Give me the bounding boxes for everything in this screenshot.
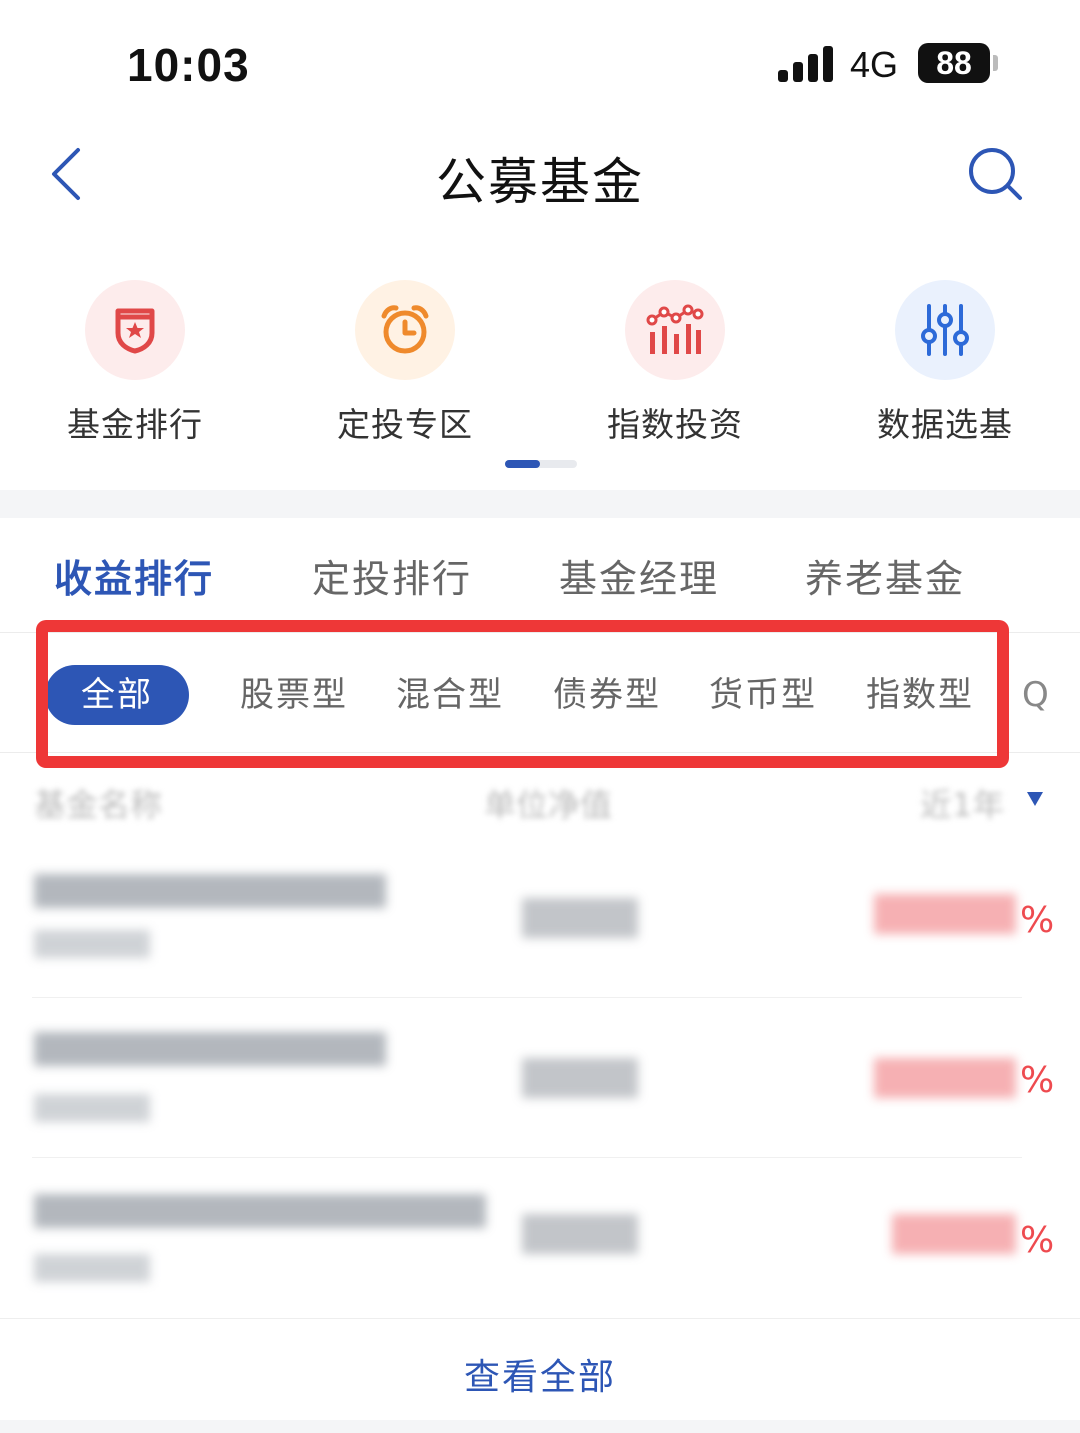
fund-return-redacted: [874, 894, 1016, 934]
page-indicator-active: [505, 460, 540, 468]
header-one-year[interactable]: 近1年: [920, 780, 1004, 826]
fund-code-redacted: [34, 930, 150, 958]
badge-star-icon: [85, 280, 185, 380]
percent-sign: %: [1020, 1060, 1055, 1101]
tab-fund-manager[interactable]: 基金经理: [559, 548, 719, 603]
page-indicator: [505, 460, 577, 468]
entry-label: 指数投资: [607, 405, 743, 444]
highlight-box: [36, 620, 1009, 768]
section-divider: [0, 1420, 1080, 1433]
fund-code-redacted: [34, 1254, 150, 1282]
tab-pension-fund[interactable]: 养老基金: [805, 548, 965, 603]
search-icon: [969, 148, 1022, 200]
signal-icon: [778, 46, 834, 82]
fund-name-redacted: [34, 874, 386, 908]
entry-index-invest[interactable]: 指数投资: [575, 280, 775, 446]
fund-code-redacted: [34, 1094, 150, 1122]
fund-name-redacted: [34, 1032, 386, 1066]
alarm-clock-icon: [355, 280, 455, 380]
battery-icon: 88: [918, 43, 990, 83]
fund-name-redacted: [34, 1194, 486, 1228]
page: 10:03 4G 88 公募基金 基金排行 定投专区 指数投资 数据选基 收益排…: [0, 0, 1080, 1433]
search-button[interactable]: [966, 146, 1026, 202]
battery-tip: [993, 55, 998, 71]
row-divider: [32, 1157, 1022, 1158]
fund-nav-redacted: [522, 898, 638, 938]
row-divider: [32, 997, 1022, 998]
table-row[interactable]: %: [32, 1170, 1054, 1330]
divider: [0, 1318, 1080, 1319]
entry-fund-ranking[interactable]: 基金排行: [35, 280, 235, 446]
percent-sign: %: [1020, 900, 1055, 941]
fund-return-redacted: [892, 1214, 1016, 1254]
view-all-link[interactable]: 查看全部: [0, 1348, 1080, 1400]
fund-return-redacted: [874, 1058, 1016, 1098]
entry-label: 基金排行: [67, 405, 203, 444]
network-type: 4G: [850, 44, 899, 85]
ranking-tabs: 收益排行 定投排行 基金经理 养老基金: [0, 548, 1080, 608]
entry-sip-zone[interactable]: 定投专区: [305, 280, 505, 446]
page-title: 公募基金: [436, 153, 644, 211]
tab-sip-ranking[interactable]: 定投排行: [312, 548, 472, 603]
fund-nav-redacted: [522, 1058, 638, 1098]
tab-return-ranking[interactable]: 收益排行: [54, 548, 214, 603]
percent-sign: %: [1020, 1220, 1055, 1261]
sort-down-icon[interactable]: [1027, 792, 1043, 806]
sliders-icon: [895, 280, 995, 380]
fund-nav-redacted: [522, 1214, 638, 1254]
table-row[interactable]: %: [32, 1010, 1054, 1170]
section-divider: [0, 490, 1080, 518]
table-row[interactable]: %: [32, 850, 1054, 1010]
entry-label: 定投专区: [337, 405, 473, 444]
bar-trend-icon: [625, 280, 725, 380]
status-time: 10:03: [127, 39, 250, 91]
entry-label: 数据选基: [877, 405, 1013, 444]
header-fund-name: 基金名称: [34, 786, 163, 824]
header-unit-nav: 单位净值: [484, 786, 613, 824]
entry-data-select[interactable]: 数据选基: [845, 280, 1045, 446]
filter-more-partial[interactable]: Q: [1022, 665, 1051, 725]
